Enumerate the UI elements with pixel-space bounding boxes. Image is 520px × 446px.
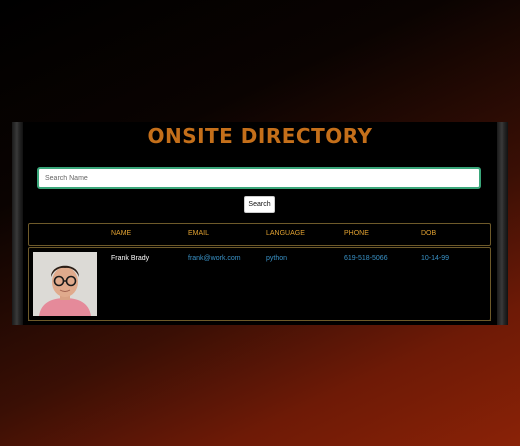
left-frame-rail <box>12 122 23 325</box>
cell-dob: 10-14-99 <box>421 255 450 262</box>
table-row-divider <box>28 320 491 325</box>
right-frame-rail <box>497 122 508 325</box>
search-button[interactable]: Search <box>244 196 275 213</box>
avatar-photo <box>33 252 97 316</box>
cell-email: frank@work.com <box>188 255 241 262</box>
table-row: Frank Brady frank@work.com python 619-51… <box>28 247 491 321</box>
avatar <box>33 252 97 316</box>
column-header-language: LANGUAGE <box>266 230 305 237</box>
page-title: ONSITE DIRECTORY <box>147 124 373 148</box>
cell-language: python <box>266 255 288 262</box>
column-header-phone: PHONE <box>344 230 369 237</box>
search-input[interactable] <box>37 167 481 189</box>
directory-panel: ONSITE DIRECTORY Search NAME EMAIL LANGU… <box>12 122 508 325</box>
column-header-name: NAME <box>111 230 132 237</box>
table-header: NAME EMAIL LANGUAGE PHONE DOB <box>28 223 491 246</box>
column-header-email: EMAIL <box>188 230 210 237</box>
cell-phone: 619-518-5066 <box>344 255 388 262</box>
cell-name: Frank Brady <box>111 255 150 262</box>
column-header-dob: DOB <box>421 230 437 237</box>
